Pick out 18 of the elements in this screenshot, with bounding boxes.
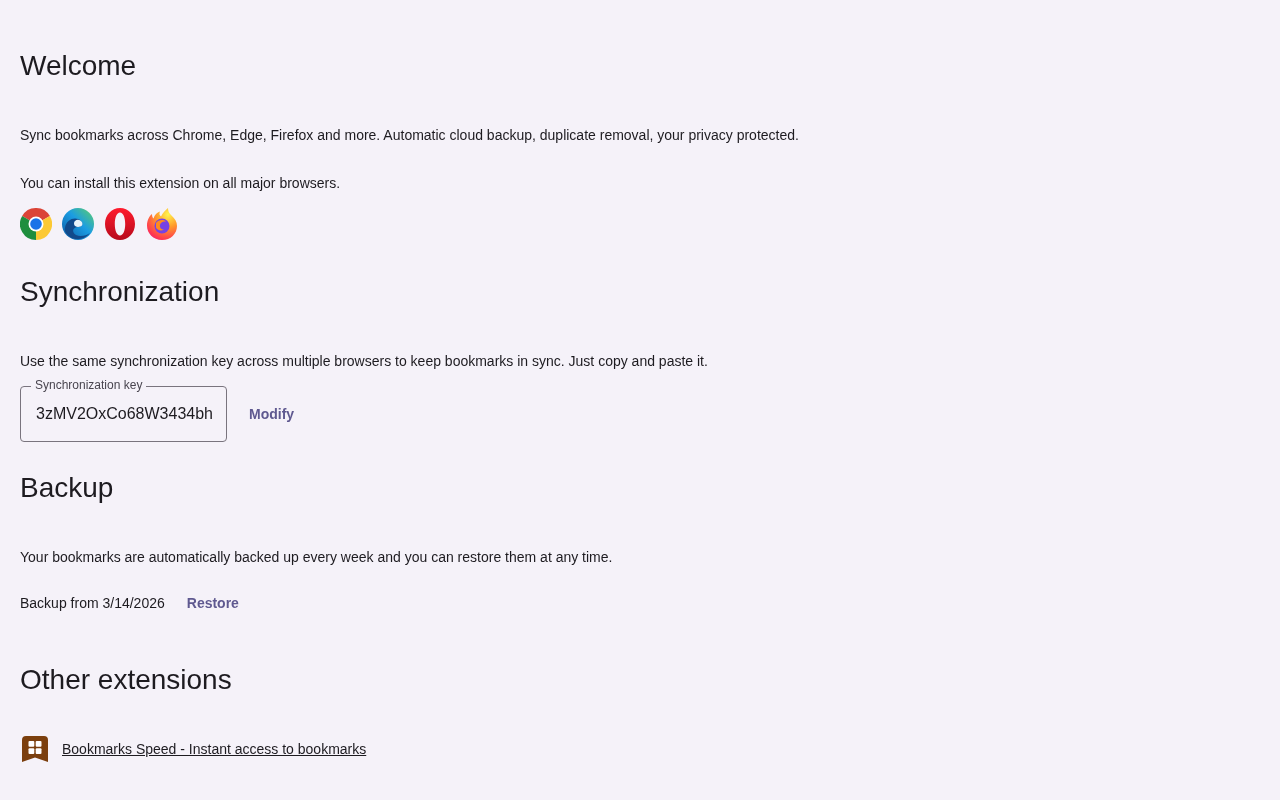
description-text: You can install this extension on all major browsers. xyxy=(20,174,341,193)
section-heading: Welcome xyxy=(20,49,137,83)
section-heading: Other extensions xyxy=(20,663,232,697)
opera-logo-icon xyxy=(104,208,136,240)
restore-button[interactable]: Restore xyxy=(174,587,251,619)
description-text: Your bookmarks are automatically backed up every week and you can restore them at any time. xyxy=(20,548,613,567)
backup-date-text: Backup from 3/14/2026 xyxy=(20,594,165,613)
extension-link[interactable]: Bookmarks Speed - Instant access to bookmarks xyxy=(62,739,367,759)
section-heading: Synchronization xyxy=(20,275,220,309)
edge-logo-icon xyxy=(62,208,94,240)
bookmark-grid-icon xyxy=(22,736,48,762)
description-text: Use the same synchronization key across multiple browsers to keep bookmarks in sync. Just copy and paste it. xyxy=(20,352,708,371)
chrome-logo-icon xyxy=(20,208,52,240)
section-heading: Backup xyxy=(20,471,114,505)
description-text: Sync bookmarks across Chrome, Edge, Firefox and more. Automatic cloud backup, duplicate removal, your privacy protected. xyxy=(20,126,799,145)
field-label: Synchronization key xyxy=(31,378,147,392)
modify-button[interactable]: Modify xyxy=(237,398,307,430)
firefox-logo-icon xyxy=(146,208,178,240)
